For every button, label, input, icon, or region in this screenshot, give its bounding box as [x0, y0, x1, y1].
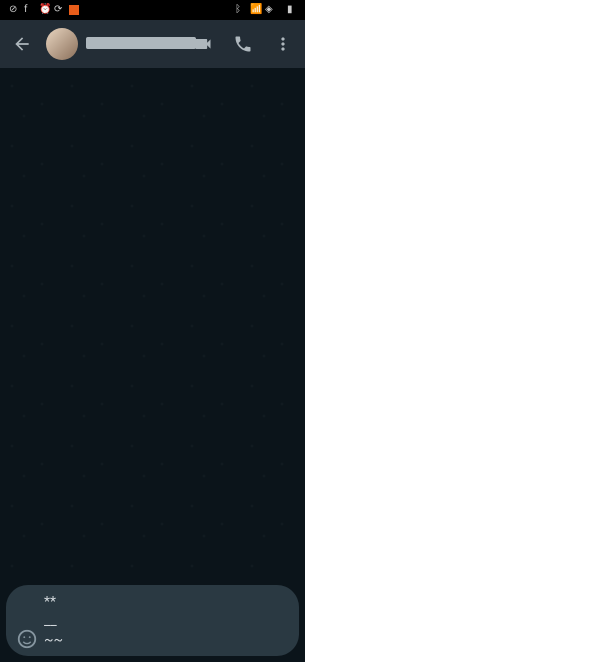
chat-area: [0, 68, 305, 579]
facebook-icon: f: [24, 4, 36, 16]
bluetooth-icon: ᛒ: [235, 4, 247, 16]
battery-icon: ▮: [287, 4, 299, 16]
video-call-button[interactable]: [193, 34, 213, 54]
do-not-disturb-icon: ⊘: [9, 4, 21, 16]
contact-info[interactable]: [86, 37, 179, 51]
status-bar: ⊘ f ⏰ ⟳ ᛒ 📶 ◈ ▮: [0, 0, 305, 20]
wifi-icon: ◈: [265, 4, 277, 16]
app-icon: [69, 5, 79, 15]
alarm-icon: ⏰: [39, 4, 51, 16]
input-row: ** __ ~~: [0, 579, 305, 662]
menu-button[interactable]: [273, 34, 293, 54]
back-button[interactable]: [12, 34, 32, 54]
signal-icon: 📶: [250, 4, 262, 16]
message-input[interactable]: ** __ ~~: [6, 585, 299, 656]
contact-name: [86, 37, 196, 49]
avatar[interactable]: [46, 28, 78, 60]
voice-call-button[interactable]: [233, 34, 253, 54]
left-screenshot: ⊘ f ⏰ ⟳ ᛒ 📶 ◈ ▮ ** __: [0, 0, 305, 662]
input-text: ** __ ~~: [44, 593, 283, 650]
sync-icon: ⟳: [54, 4, 66, 16]
chat-header: [0, 20, 305, 68]
emoji-button[interactable]: [16, 628, 38, 650]
